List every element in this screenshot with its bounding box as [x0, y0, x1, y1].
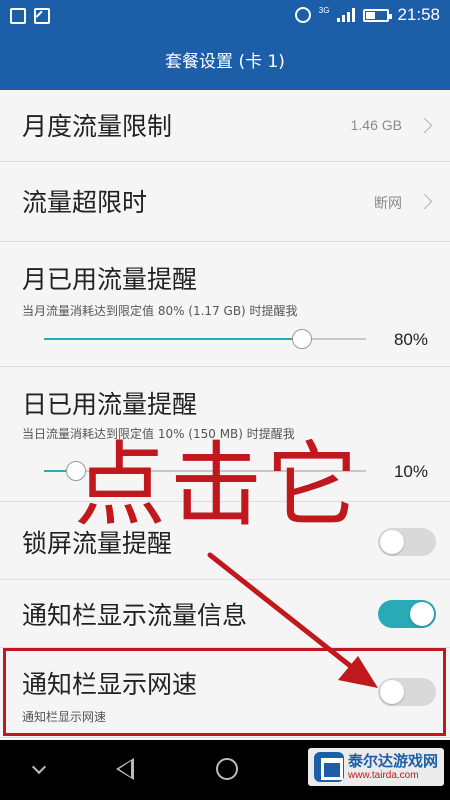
watermark-logo-icon	[313, 752, 344, 782]
watermark: 泰尔达游戏网 www.tairda.com	[307, 748, 444, 786]
annotation-arrow	[207, 552, 378, 688]
watermark-title: 泰尔达游戏网	[347, 752, 438, 771]
watermark-url: www.tairda.com	[347, 769, 419, 781]
home-icon[interactable]	[216, 758, 238, 780]
chevron-down-icon[interactable]	[31, 759, 47, 775]
back-icon[interactable]	[116, 758, 134, 780]
